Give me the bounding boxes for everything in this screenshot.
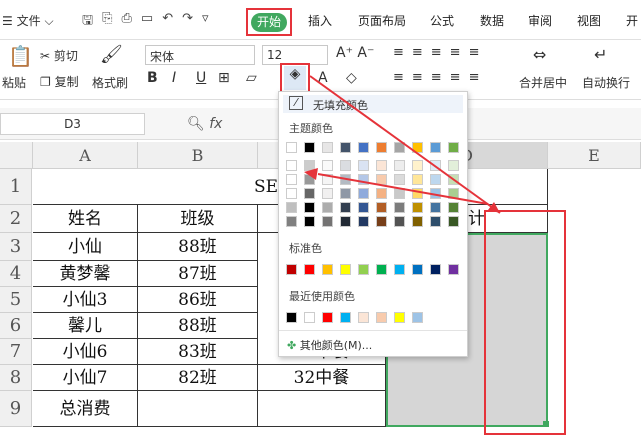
arrow-line: [309, 75, 501, 214]
arrow-head-2: [304, 168, 318, 180]
arrow-head: [488, 202, 500, 213]
annotation-arrows: [304, 75, 501, 214]
arrow-line-2: [317, 173, 489, 205]
